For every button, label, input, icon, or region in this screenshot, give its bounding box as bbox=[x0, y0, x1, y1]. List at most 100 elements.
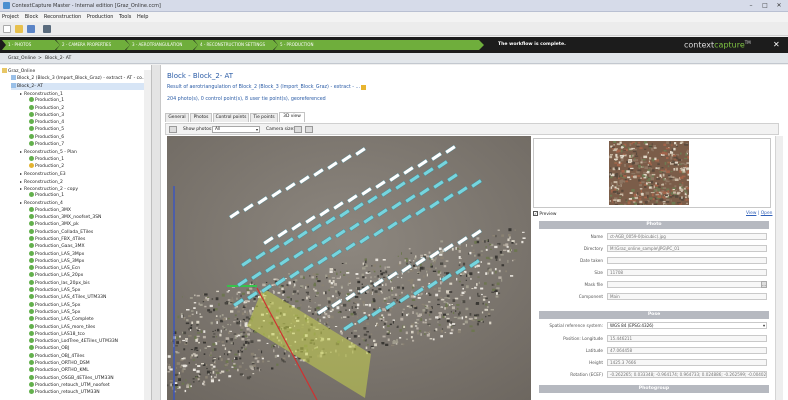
tree-item[interactable]: Production_4 bbox=[29, 119, 144, 126]
tree-item[interactable]: Production_LAS_Complete bbox=[29, 316, 144, 323]
new-project-icon[interactable] bbox=[3, 25, 11, 33]
tree-item[interactable]: ▸ Reconstruction_2 bbox=[20, 178, 144, 185]
tree-item[interactable]: Production_ORTHO_KML bbox=[29, 367, 144, 374]
tree-item[interactable]: Production_1 bbox=[29, 192, 144, 199]
edit-pencil-icon[interactable] bbox=[361, 85, 366, 90]
tree-item[interactable]: Production_6 bbox=[29, 133, 144, 141]
tree-item[interactable]: Production_retouch_UTM33N bbox=[29, 389, 144, 396]
expand-icon[interactable]: ▸ bbox=[20, 200, 22, 205]
expand-icon[interactable]: ▸ bbox=[20, 149, 22, 154]
tree-item[interactable]: Production_OSGB_4ETiles_UTM33N bbox=[29, 374, 144, 382]
tree-item-label: Production_Collada_ETiles bbox=[35, 229, 94, 235]
tab-3d-view[interactable]: 3D view bbox=[279, 112, 305, 122]
breadcrumb-project[interactable]: Graz_Online bbox=[8, 56, 36, 61]
splitter[interactable] bbox=[152, 65, 161, 400]
browse-mask-button[interactable]: … bbox=[761, 281, 767, 288]
tree-item[interactable]: Block_2- AT bbox=[11, 82, 144, 90]
tree-item[interactable]: Production_LAS_more_tiles bbox=[29, 323, 144, 331]
workflow-step-production[interactable]: 5 - PRODUCTION bbox=[274, 40, 484, 50]
menu-project[interactable]: Project bbox=[0, 12, 21, 20]
open-project-icon[interactable] bbox=[15, 25, 23, 33]
tree-item[interactable]: Production_LAS_4Tiles_UTM33N bbox=[29, 294, 144, 301]
tab-control-points[interactable]: Control points bbox=[213, 113, 249, 122]
tree-item-label: Reconstruction_4 bbox=[24, 201, 63, 207]
menu-help[interactable]: Help bbox=[135, 12, 150, 20]
3d-scene[interactable] bbox=[167, 136, 531, 400]
tree-item[interactable]: Production_3MX bbox=[29, 206, 144, 214]
maximize-button[interactable]: □ bbox=[758, 2, 772, 10]
save-project-icon[interactable] bbox=[27, 25, 35, 33]
camera-smaller-icon[interactable] bbox=[294, 126, 302, 133]
tree-item[interactable]: Production_las_20px_bis bbox=[29, 279, 144, 287]
tree-item[interactable]: Production_FBX_4Tiles bbox=[29, 235, 144, 243]
tree-item[interactable]: Production_Gaas_3MX bbox=[29, 243, 144, 250]
tree-item[interactable]: Production_3MX_noofset_3SN bbox=[29, 214, 144, 221]
tree-item[interactable]: Production_3MX_pk bbox=[29, 221, 144, 228]
menu-reconstruction[interactable]: Reconstruction bbox=[42, 12, 83, 20]
menu-production[interactable]: Production bbox=[85, 12, 116, 20]
tree-item[interactable]: Production_LAS18_tco bbox=[29, 330, 144, 338]
tree-item[interactable]: Production_LodTree_4ETiles_UTM33N bbox=[29, 338, 144, 345]
tree-item[interactable]: Production_1 bbox=[29, 155, 144, 163]
tab-photos[interactable]: Photos bbox=[190, 113, 212, 122]
show-photos-select[interactable]: All ▾ bbox=[212, 126, 260, 133]
tree-item[interactable]: Production_ORTHO_DSM bbox=[29, 360, 144, 367]
close-button[interactable]: ✕ bbox=[772, 2, 786, 10]
tree-item[interactable]: Production_LAS_5px bbox=[29, 301, 144, 309]
tree-item[interactable]: ▸ Reconstruction_4 bbox=[20, 199, 144, 206]
expand-icon[interactable]: ▸ bbox=[20, 171, 22, 176]
rotation-field: Rotation (ECEF) -0.262265; 0.033348; -0.9… bbox=[570, 371, 767, 378]
camera-larger-icon[interactable] bbox=[305, 126, 313, 133]
tree-item[interactable]: ▸ Reconstruction_2 - copy bbox=[20, 185, 144, 192]
tree-item[interactable]: Production_5 bbox=[29, 126, 144, 133]
menu-tools[interactable]: Tools bbox=[117, 12, 133, 20]
expand-icon[interactable]: ▸ bbox=[20, 91, 22, 96]
expand-icon[interactable]: ▸ bbox=[20, 179, 22, 184]
3d-viewport[interactable] bbox=[167, 136, 531, 400]
srs-select[interactable]: WGS 84 (EPSG:4326) ▾ bbox=[607, 322, 767, 329]
tree-item[interactable]: ▸ Reconstruction_5 - Plan bbox=[20, 148, 144, 155]
check-icon bbox=[29, 192, 34, 198]
minimize-button[interactable]: – bbox=[744, 2, 758, 10]
tree-item[interactable]: Production_LAS_20px bbox=[29, 272, 144, 279]
tree-item[interactable]: Production_LAS_Ecn bbox=[29, 265, 144, 272]
workflow-close-icon[interactable]: ✕ bbox=[773, 40, 780, 49]
expand-icon[interactable]: ▸ bbox=[20, 186, 22, 191]
preview-checkbox[interactable]: ✓ Preview bbox=[533, 211, 557, 217]
check-icon bbox=[29, 316, 34, 322]
tree-item[interactable]: Production_OBJ_4Tiles bbox=[29, 352, 144, 360]
tab-tie-points[interactable]: Tie points bbox=[250, 113, 278, 122]
tree-item[interactable]: Production_OBJ bbox=[29, 345, 144, 352]
tree-item[interactable]: Production_LAS_3Mpx bbox=[29, 250, 144, 258]
tab-general[interactable]: General bbox=[165, 113, 189, 122]
tree-item[interactable]: Production_retouch_UTM_noofset bbox=[29, 381, 144, 389]
workflow-step-reconstruction-settings[interactable]: 4 - RECONSTRUCTION SETTINGS bbox=[194, 40, 278, 50]
check-icon bbox=[29, 323, 34, 329]
tree-item-label: Production_retouch_UTM33N bbox=[35, 390, 100, 396]
tree-item[interactable]: ▸ Reconstruction_E3 bbox=[20, 170, 144, 177]
view-link[interactable]: View bbox=[746, 211, 756, 216]
open-link[interactable]: Open bbox=[761, 211, 773, 216]
menu-block[interactable]: Block bbox=[23, 12, 41, 20]
tree-item[interactable]: Production_1 bbox=[29, 97, 144, 104]
tree-item[interactable]: Production_7 bbox=[29, 141, 144, 148]
tree-item[interactable]: Production_Collada_ETiles bbox=[29, 228, 144, 236]
tree-item[interactable]: Production_2 bbox=[29, 162, 144, 170]
tree-item[interactable]: Graz_Online bbox=[2, 68, 144, 75]
workflow-step-photos[interactable]: 1 - PHOTOS bbox=[2, 40, 60, 50]
workflow-step-camera-properties[interactable]: 2 - CAMERA PROPERTIES bbox=[56, 40, 130, 50]
panel-scrollbar[interactable] bbox=[775, 136, 783, 400]
tree-item[interactable]: Production_LAS_3Mpx bbox=[29, 257, 144, 265]
tree-item[interactable]: Production_LAS_5px bbox=[29, 308, 144, 316]
tree-item[interactable]: Block_2 (Block_3 (Import_Block_Graz) - e… bbox=[11, 75, 146, 82]
tree-item[interactable]: Production_3 bbox=[29, 111, 144, 119]
workflow-step-aerotriangulation[interactable]: 3 - AEROTRIANGULATION bbox=[126, 40, 198, 50]
folder-icon bbox=[11, 75, 16, 81]
home-view-icon[interactable] bbox=[169, 126, 177, 133]
job-monitor-icon[interactable] bbox=[43, 25, 51, 33]
breadcrumb-block[interactable]: Block_2- AT bbox=[45, 56, 71, 61]
tree-scrollbar[interactable] bbox=[144, 70, 151, 400]
tree-item[interactable]: Production_LAS_5px bbox=[29, 287, 144, 294]
tree-item[interactable]: Production_2 bbox=[29, 104, 144, 112]
tree-item[interactable]: ▸ Reconstruction_1 bbox=[20, 90, 144, 97]
